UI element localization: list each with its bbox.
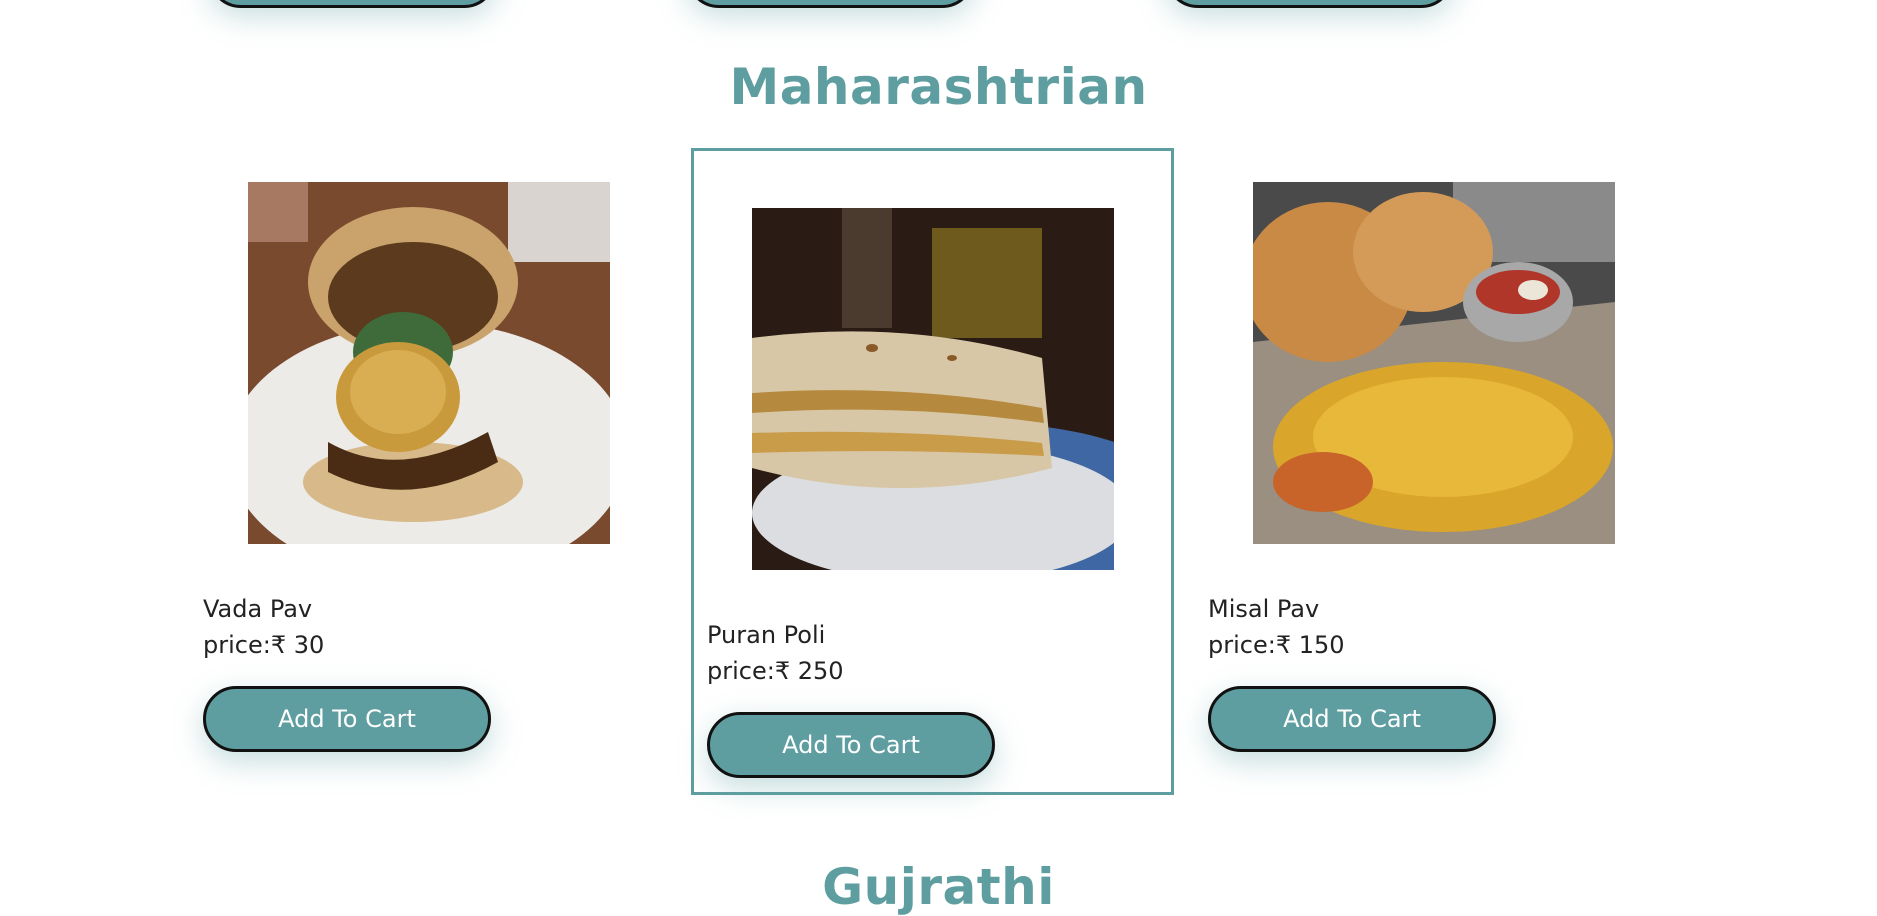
vada-pav-image (248, 182, 610, 544)
product-name: Puran Poli (707, 621, 826, 649)
product-card-vada-pav: Vada Pav price:₹ 30 Add To Cart (192, 150, 672, 790)
previous-add-to-cart-button[interactable] (686, 0, 975, 8)
product-price: price:₹ 150 (1208, 631, 1345, 659)
product-name: Vada Pav (203, 595, 313, 623)
previous-add-to-cart-button[interactable] (208, 0, 497, 8)
section-title-maharashtrian: Maharashtrian (729, 58, 1148, 116)
product-price: price:₹ 30 (203, 631, 325, 659)
previous-add-to-cart-button[interactable] (1165, 0, 1454, 8)
product-price: price:₹ 250 (707, 657, 844, 685)
puran-poli-image (752, 208, 1114, 570)
misal-pav-image (1253, 182, 1615, 544)
product-name: Misal Pav (1208, 595, 1320, 623)
add-to-cart-button[interactable]: Add To Cart (1208, 686, 1496, 752)
add-to-cart-button[interactable]: Add To Cart (203, 686, 491, 752)
add-to-cart-button[interactable]: Add To Cart (707, 712, 995, 778)
product-card-misal-pav: Misal Pav price:₹ 150 Add To Cart (1197, 150, 1677, 790)
section-title-gujrathi: Gujrathi (822, 858, 1055, 916)
product-card-puran-poli: Puran Poli price:₹ 250 Add To Cart (691, 148, 1174, 795)
